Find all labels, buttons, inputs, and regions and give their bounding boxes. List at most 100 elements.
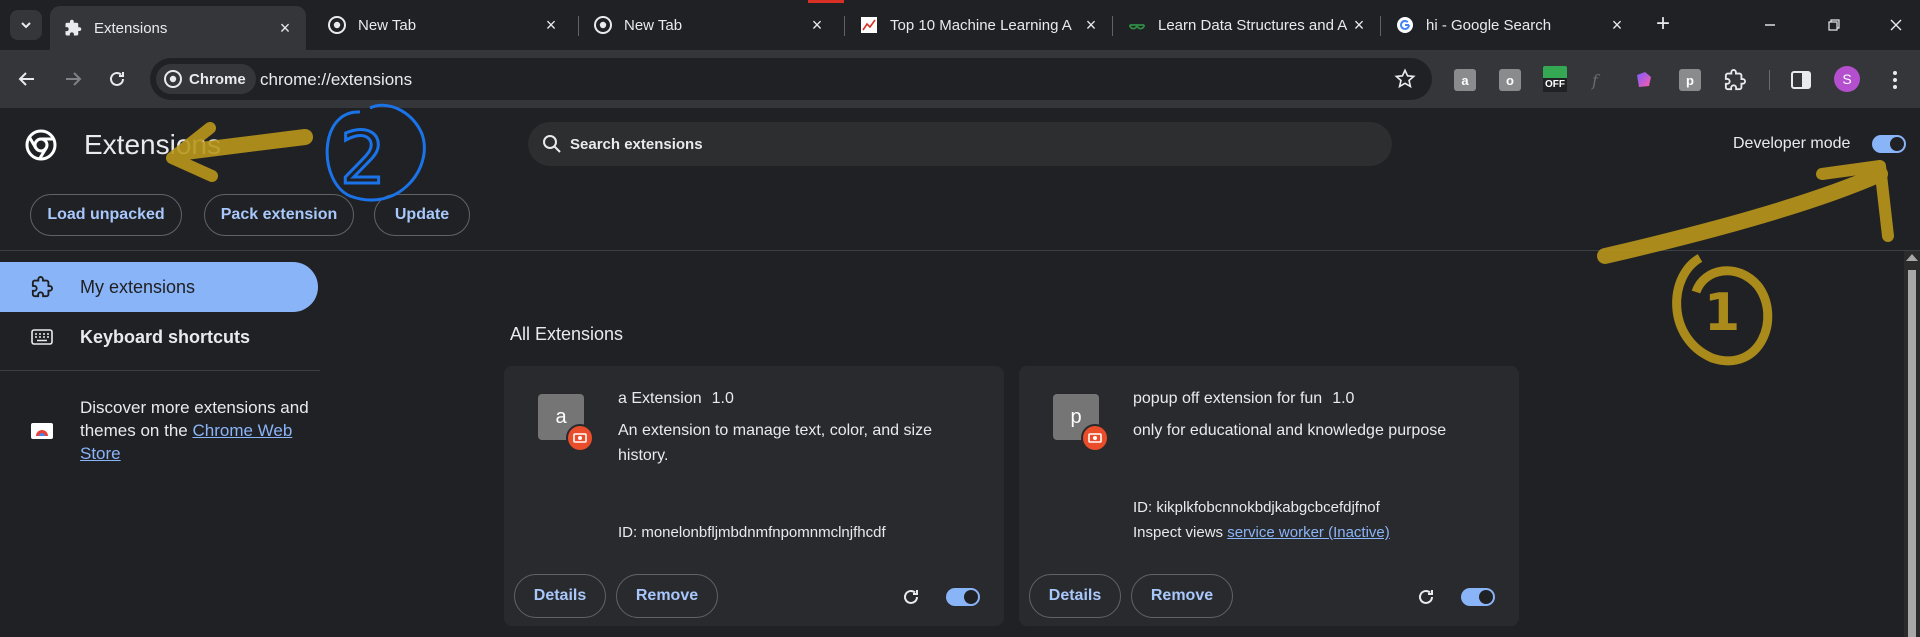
toggle-knob xyxy=(964,590,978,604)
toolbar-extension-script-icon[interactable]: f xyxy=(1588,69,1610,91)
tab-title: New Tab xyxy=(358,16,417,34)
search-extensions[interactable] xyxy=(528,122,1392,166)
new-tab-plus-icon[interactable]: + xyxy=(1650,12,1676,38)
chrome-icon xyxy=(594,16,612,34)
close-icon[interactable]: × xyxy=(1350,16,1368,34)
update-button[interactable]: Update xyxy=(374,194,470,236)
close-icon[interactable]: × xyxy=(542,16,560,34)
profile-avatar[interactable]: S xyxy=(1834,66,1860,92)
reload-extension-icon[interactable] xyxy=(900,586,922,608)
unpacked-badge-icon xyxy=(566,424,594,452)
extension-icon xyxy=(30,275,54,299)
all-extensions-heading: All Extensions xyxy=(510,324,624,344)
extension-card: p popup off extension for fun 1.0 only fo… xyxy=(1019,366,1519,626)
unpacked-badge-icon xyxy=(1081,424,1109,452)
tab-data-structures[interactable]: Learn Data Structures and A × xyxy=(1114,6,1380,44)
scrollbar-thumb[interactable] xyxy=(1908,270,1916,637)
url-text[interactable]: chrome://extensions xyxy=(260,70,412,90)
toolbar-extension-a-icon[interactable]: a xyxy=(1454,69,1476,91)
sidebar-item-keyboard-shortcuts[interactable]: Keyboard shortcuts xyxy=(0,312,318,362)
sidebar-item-label: My extensions xyxy=(80,276,196,297)
extension-id: ID: kikplkfobcnnokbdjkabgcbcefdjfnof xyxy=(1133,499,1380,516)
header-divider xyxy=(0,250,1920,251)
inspect-views-label: Inspect views xyxy=(1133,524,1228,541)
forward-arrow-icon[interactable] xyxy=(58,64,88,94)
annotation-number-two: 2 xyxy=(340,116,386,200)
off-badge-label: OFF xyxy=(1543,78,1567,92)
chart-favicon xyxy=(860,16,878,34)
sidebar-item-my-extensions[interactable]: My extensions xyxy=(0,262,318,312)
extension-description: only for educational and knowledge purpo… xyxy=(1133,422,1447,439)
tab-search-button[interactable] xyxy=(10,10,42,40)
extension-enable-toggle[interactable] xyxy=(1461,588,1495,606)
tab-new-tab[interactable]: New Tab × xyxy=(314,6,572,44)
tab-new-tab[interactable]: New Tab × xyxy=(580,6,838,44)
side-panel-icon[interactable] xyxy=(1790,69,1812,91)
extension-id: ID: monelonbfljmbdnmfnpomnmclnjfhcdf xyxy=(618,524,886,541)
extension-name: popup off extension for fun 1.0 xyxy=(1133,390,1354,408)
minimize-icon[interactable] xyxy=(1756,12,1784,38)
service-worker-link[interactable]: service worker (Inactive) xyxy=(1227,524,1390,541)
annotation-circle-two: 2 xyxy=(325,103,426,202)
extension-enable-toggle[interactable] xyxy=(946,588,980,606)
tab-title: Learn Data Structures and A xyxy=(1158,16,1348,34)
toolbar-extension-o-icon[interactable]: o xyxy=(1499,69,1521,91)
remove-button[interactable]: Remove xyxy=(616,574,718,618)
extension-name-text: a Extension xyxy=(618,390,702,407)
toolbar-extension-off-icon[interactable]: OFF xyxy=(1543,66,1567,94)
close-icon[interactable]: × xyxy=(1082,16,1100,34)
site-chip-label: Chrome xyxy=(189,70,246,88)
chrome-icon xyxy=(328,16,346,34)
tab-separator xyxy=(578,16,579,36)
sidebar-divider xyxy=(0,370,320,371)
tab-strip: Extensions × New Tab × New Tab × Top 10 … xyxy=(0,0,1920,50)
site-chip[interactable]: Chrome xyxy=(156,64,256,94)
tab-separator xyxy=(1380,16,1381,36)
extension-version: 1.0 xyxy=(711,390,734,407)
details-button[interactable]: Details xyxy=(514,574,606,618)
search-input[interactable] xyxy=(570,122,1370,166)
restore-icon[interactable] xyxy=(1820,12,1848,38)
load-unpacked-button[interactable]: Load unpacked xyxy=(30,194,182,236)
toolbar-divider xyxy=(1769,70,1770,90)
back-arrow-icon[interactable] xyxy=(12,64,42,94)
scroll-up-arrow-icon[interactable] xyxy=(1906,254,1918,261)
chevron-down-icon xyxy=(21,22,31,29)
extension-name: a Extension 1.0 xyxy=(618,390,734,408)
window-close-icon[interactable] xyxy=(1882,12,1910,38)
inspect-views: Inspect views service worker (Inactive) xyxy=(1133,524,1390,541)
bookmark-star-icon[interactable] xyxy=(1394,68,1416,90)
annotation-circle-one: 1 xyxy=(1672,254,1773,366)
tab-title: Top 10 Machine Learning A xyxy=(890,16,1072,34)
tab-google-search[interactable]: hi - Google Search × xyxy=(1382,6,1638,44)
tab-title: New Tab xyxy=(624,16,683,34)
toolbar-extension-p-icon[interactable]: p xyxy=(1679,69,1701,91)
tab-separator xyxy=(1112,16,1113,36)
close-icon[interactable]: × xyxy=(276,19,294,37)
close-icon[interactable]: × xyxy=(1608,16,1626,34)
search-icon xyxy=(543,135,561,153)
page-title: Extensions xyxy=(84,129,221,160)
toggle-knob xyxy=(1890,137,1904,151)
toolbar-extension-gradient-icon[interactable] xyxy=(1633,69,1655,91)
tab-machine-learning[interactable]: Top 10 Machine Learning A × xyxy=(846,6,1112,44)
tab-loading-indicator xyxy=(808,0,844,3)
tab-title: hi - Google Search xyxy=(1426,16,1552,34)
tab-extensions[interactable]: Extensions × xyxy=(50,6,306,50)
pack-extension-button[interactable]: Pack extension xyxy=(204,194,354,236)
extensions-puzzle-icon[interactable] xyxy=(1724,69,1746,91)
puzzle-icon xyxy=(64,19,82,37)
address-bar[interactable]: Chrome chrome://extensions xyxy=(150,58,1432,100)
remove-button[interactable]: Remove xyxy=(1131,574,1233,618)
developer-mode-toggle[interactable] xyxy=(1872,135,1906,153)
close-icon[interactable]: × xyxy=(808,16,826,34)
reload-icon[interactable] xyxy=(102,64,132,94)
tab-title: Extensions xyxy=(94,19,168,37)
toggle-knob xyxy=(1479,590,1493,604)
menu-dots-icon[interactable] xyxy=(1884,69,1906,91)
extension-card: a a Extension 1.0 An extension to manage … xyxy=(504,366,1004,626)
browser-toolbar: Chrome chrome://extensions xyxy=(0,50,1920,108)
reload-extension-icon[interactable] xyxy=(1415,586,1437,608)
details-button[interactable]: Details xyxy=(1029,574,1121,618)
sidebar-item-label: Keyboard shortcuts xyxy=(80,326,251,347)
